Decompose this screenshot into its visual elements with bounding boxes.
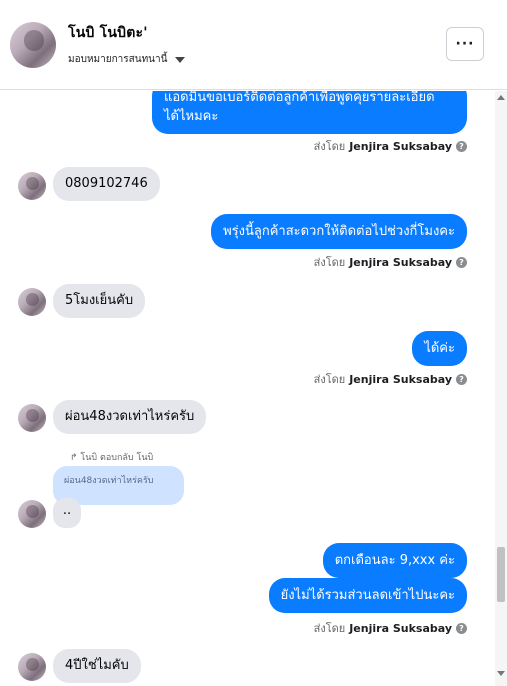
sent-by-caption: ส่งโดย Jenjira Suksabay ? [314, 253, 467, 271]
info-icon[interactable]: ? [456, 373, 467, 385]
sent-by-caption: ส่งโดย Jenjira Suksabay ? [314, 619, 467, 637]
message-thread: แอดมินขอเบอร์ติดต่อลูกค้าเพื่อพูดคุยรายล… [0, 91, 495, 686]
outgoing-message[interactable]: ได้ค่ะ [412, 331, 467, 366]
scroll-up-arrow-icon[interactable] [497, 95, 505, 100]
info-icon[interactable]: ? [456, 622, 467, 634]
message-text: ได้ไหมคะ [164, 109, 219, 124]
info-icon[interactable]: ? [456, 256, 467, 268]
message-text: แอดมินขอเบอร์ติดต่อลูกค้าเพื่อพูดคุยรายล… [164, 91, 435, 105]
reply-caption: ↱ โนบิ ตอบกลับ โนบิ [70, 453, 154, 463]
scroll-down-arrow-icon[interactable] [497, 671, 505, 676]
contact-avatar[interactable] [18, 653, 46, 681]
incoming-message[interactable]: .. [53, 498, 81, 528]
contact-avatar[interactable] [18, 404, 46, 432]
reply-arrow-icon: ↱ [70, 453, 78, 463]
assign-conversation-dropdown[interactable]: มอบหมายการสนทนานี้ [68, 52, 186, 67]
caret-down-icon [175, 56, 186, 63]
incoming-message[interactable]: 0809102746 [53, 167, 160, 201]
incoming-message[interactable]: 5โมงเย็นคับ [53, 284, 146, 318]
info-icon[interactable]: ? [456, 140, 467, 152]
conversation-header: โนบิ โนบิตะ' มอบหมายการสนทนานี้ ··· [0, 0, 507, 90]
outgoing-message[interactable]: ยังไม่ได้รวมส่วนลดเข้าไปนะคะ [268, 578, 467, 613]
sender-name: Jenjira Suksabay [349, 255, 452, 269]
outgoing-message[interactable]: พรุ่งนี้ลูกค้าสะดวกให้ติดต่อไปช่วงกี่โมง… [211, 214, 467, 249]
sent-by-caption: ส่งโดย Jenjira Suksabay ? [314, 137, 467, 155]
incoming-message[interactable]: 4ปีใช่ไมคับ [53, 649, 141, 683]
assign-label: มอบหมายการสนทนานี้ [68, 54, 168, 65]
outgoing-message[interactable]: แอดมินขอเบอร์ติดต่อลูกค้าเพื่อพูดคุยรายล… [152, 91, 467, 134]
scrollbar-thumb[interactable] [497, 547, 505, 602]
sender-name: Jenjira Suksabay [349, 621, 452, 635]
thread-scrollbar[interactable] [495, 91, 507, 686]
incoming-message[interactable]: ผ่อน48งวดเท่าไหร่ครับ [53, 400, 207, 434]
contact-avatar[interactable] [10, 22, 56, 68]
sender-name: Jenjira Suksabay [349, 372, 452, 386]
sender-name: Jenjira Suksabay [349, 139, 452, 153]
contact-avatar[interactable] [18, 288, 46, 316]
outgoing-message[interactable]: ตกเดือนละ 9,xxx ค่ะ [322, 543, 467, 578]
contact-avatar[interactable] [18, 500, 46, 528]
sent-by-caption: ส่งโดย Jenjira Suksabay ? [314, 370, 467, 388]
contact-avatar[interactable] [18, 172, 46, 200]
more-options-button[interactable]: ··· [446, 27, 484, 61]
contact-name[interactable]: โนบิ โนบิตะ' [68, 22, 148, 44]
